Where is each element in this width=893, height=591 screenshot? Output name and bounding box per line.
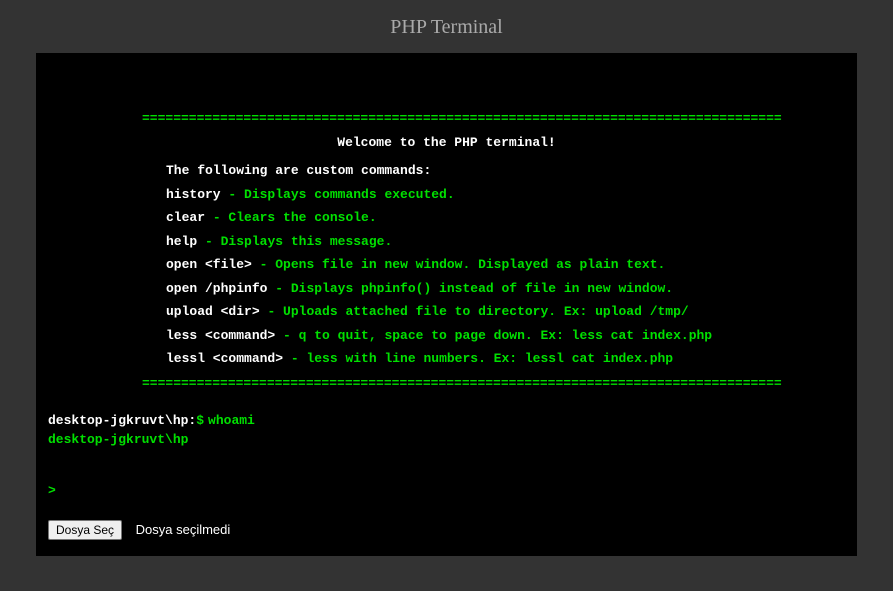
help-cmd-name: clear <box>166 210 205 225</box>
help-cmd-upload: upload <dir> - Uploads attached file to … <box>166 300 845 324</box>
help-cmd-less: less <command> - q to quit, space to pag… <box>166 324 845 348</box>
page-title: PHP Terminal <box>0 0 893 53</box>
help-cmd-desc: - q to quit, space to page down. Ex: les… <box>283 328 712 343</box>
terminal-window[interactable]: ========================================… <box>36 53 857 556</box>
terminal-current-prompt[interactable]: > <box>48 447 845 498</box>
help-cmd-desc: - Uploads attached file to directory. Ex… <box>267 304 688 319</box>
help-cmd-desc: - Clears the console. <box>213 210 377 225</box>
help-cmd-desc: - Opens file in new window. Displayed as… <box>260 257 666 272</box>
terminal-history: desktop-jgkruvt\hp:$whoami desktop-jgkru… <box>48 393 845 447</box>
help-cmd-name: history <box>166 187 221 202</box>
file-upload-row: Dosya Seç Dosya seçilmedi <box>48 498 845 540</box>
help-cmd-clear: clear - Clears the console. <box>166 206 845 230</box>
help-cmd-history: history - Displays commands executed. <box>166 183 845 207</box>
help-cmd-desc: - Displays commands executed. <box>228 187 454 202</box>
history-prompt-line: desktop-jgkruvt\hp:$whoami <box>48 413 845 428</box>
terminal-banner: ========================================… <box>48 69 845 393</box>
banner-help: The following are custom commands: histo… <box>48 156 845 374</box>
file-status-text: Dosya seçilmedi <box>132 522 231 537</box>
banner-divider-top: ========================================… <box>48 109 845 129</box>
help-cmd-name: open <file> <box>166 257 252 272</box>
help-intro: The following are custom commands: <box>166 159 845 183</box>
help-cmd-open-phpinfo: open /phpinfo - Displays phpinfo() inste… <box>166 277 845 301</box>
help-cmd-name: open /phpinfo <box>166 281 267 296</box>
help-cmd-name: lessl <command> <box>166 351 283 366</box>
history-command: whoami <box>204 413 255 428</box>
file-choose-button[interactable]: Dosya Seç <box>48 520 122 540</box>
help-cmd-help: help - Displays this message. <box>166 230 845 254</box>
prompt-host: desktop-jgkruvt\hp: <box>48 413 196 428</box>
help-cmd-name: upload <dir> <box>166 304 260 319</box>
help-cmd-desc: - Displays this message. <box>205 234 392 249</box>
help-cmd-open-file: open <file> - Opens file in new window. … <box>166 253 845 277</box>
help-cmd-lessl: lessl <command> - less with line numbers… <box>166 347 845 371</box>
help-cmd-name: help <box>166 234 197 249</box>
banner-welcome: Welcome to the PHP terminal! <box>48 129 845 157</box>
banner-divider-bottom: ========================================… <box>48 374 845 394</box>
help-cmd-name: less <command> <box>166 328 275 343</box>
history-output: desktop-jgkruvt\hp <box>48 428 845 447</box>
help-cmd-desc: - Displays phpinfo() instead of file in … <box>275 281 673 296</box>
prompt-symbol: $ <box>196 413 204 428</box>
help-cmd-desc: - less with line numbers. Ex: lessl cat … <box>291 351 673 366</box>
